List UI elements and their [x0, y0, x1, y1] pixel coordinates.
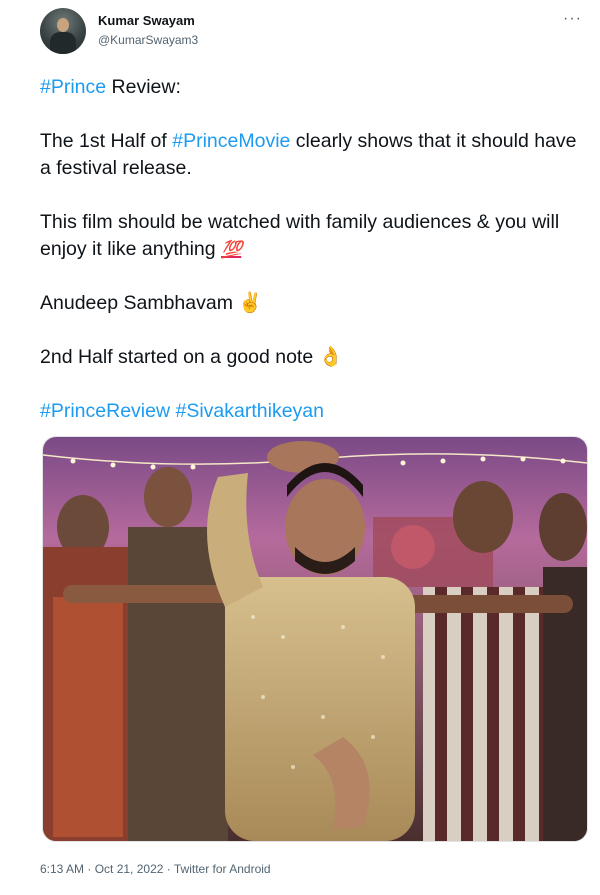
- author-handle[interactable]: @KumarSwayam3: [98, 33, 198, 47]
- tweet-card: Kumar Swayam @KumarSwayam3 ··· #Prince R…: [0, 0, 600, 895]
- tweet-source: Twitter for Android: [173, 862, 271, 876]
- tweet-line-4: Anudeep Sambhavam ✌️: [40, 290, 580, 317]
- tweet-text: #Prince Review: The 1st Half of #PrinceM…: [40, 74, 580, 425]
- tweet-line-4-text: Anudeep Sambhavam: [40, 292, 239, 314]
- hashtag-princereview[interactable]: #PrinceReview: [40, 400, 170, 422]
- tweet-line-2: The 1st Half of #PrinceMovie clearly sho…: [40, 128, 580, 182]
- avatar-torso-shape: [50, 32, 76, 54]
- tweet-metadata: 6:13 AM · Oct 21, 2022 · Twitter for And…: [40, 862, 271, 876]
- victory-hand-emoji-icon: ✌️: [238, 292, 263, 314]
- tweet-line-5: 2nd Half started on a good note 👌: [40, 344, 580, 371]
- avatar-head-shape: [57, 18, 69, 32]
- author-name[interactable]: Kumar Swayam: [98, 13, 195, 28]
- tweet-line-6: #PrinceReview #Sivakarthikeyan: [40, 398, 580, 425]
- meta-separator: ·: [84, 862, 95, 876]
- ok-hand-emoji-icon: 👌: [318, 346, 343, 368]
- hashtag-prince[interactable]: #Prince: [40, 76, 106, 98]
- hundred-points-emoji-icon: 💯: [221, 240, 242, 259]
- tweet-line-2-pre: The 1st Half of: [40, 130, 173, 152]
- more-options-icon[interactable]: ···: [563, 10, 582, 28]
- meta-separator: ·: [163, 862, 174, 876]
- avatar[interactable]: [40, 8, 86, 54]
- hashtag-sivakarthikeyan[interactable]: #Sivakarthikeyan: [175, 400, 324, 422]
- hashtag-princemovie[interactable]: #PrinceMovie: [172, 130, 290, 152]
- tweet-line-3-text: This film should be watched with family …: [40, 211, 560, 260]
- tweet-line-1-text: Review:: [106, 76, 181, 98]
- tweet-time[interactable]: 6:13 AM: [40, 862, 84, 876]
- tweet-line-3: This film should be watched with family …: [40, 209, 580, 263]
- tweet-date[interactable]: Oct 21, 2022: [95, 862, 164, 876]
- tweet-line-5-text: 2nd Half started on a good note: [40, 346, 319, 368]
- tweet-photo[interactable]: [42, 436, 588, 842]
- photo-illustration: [43, 437, 587, 841]
- tweet-line-1: #Prince Review:: [40, 74, 580, 101]
